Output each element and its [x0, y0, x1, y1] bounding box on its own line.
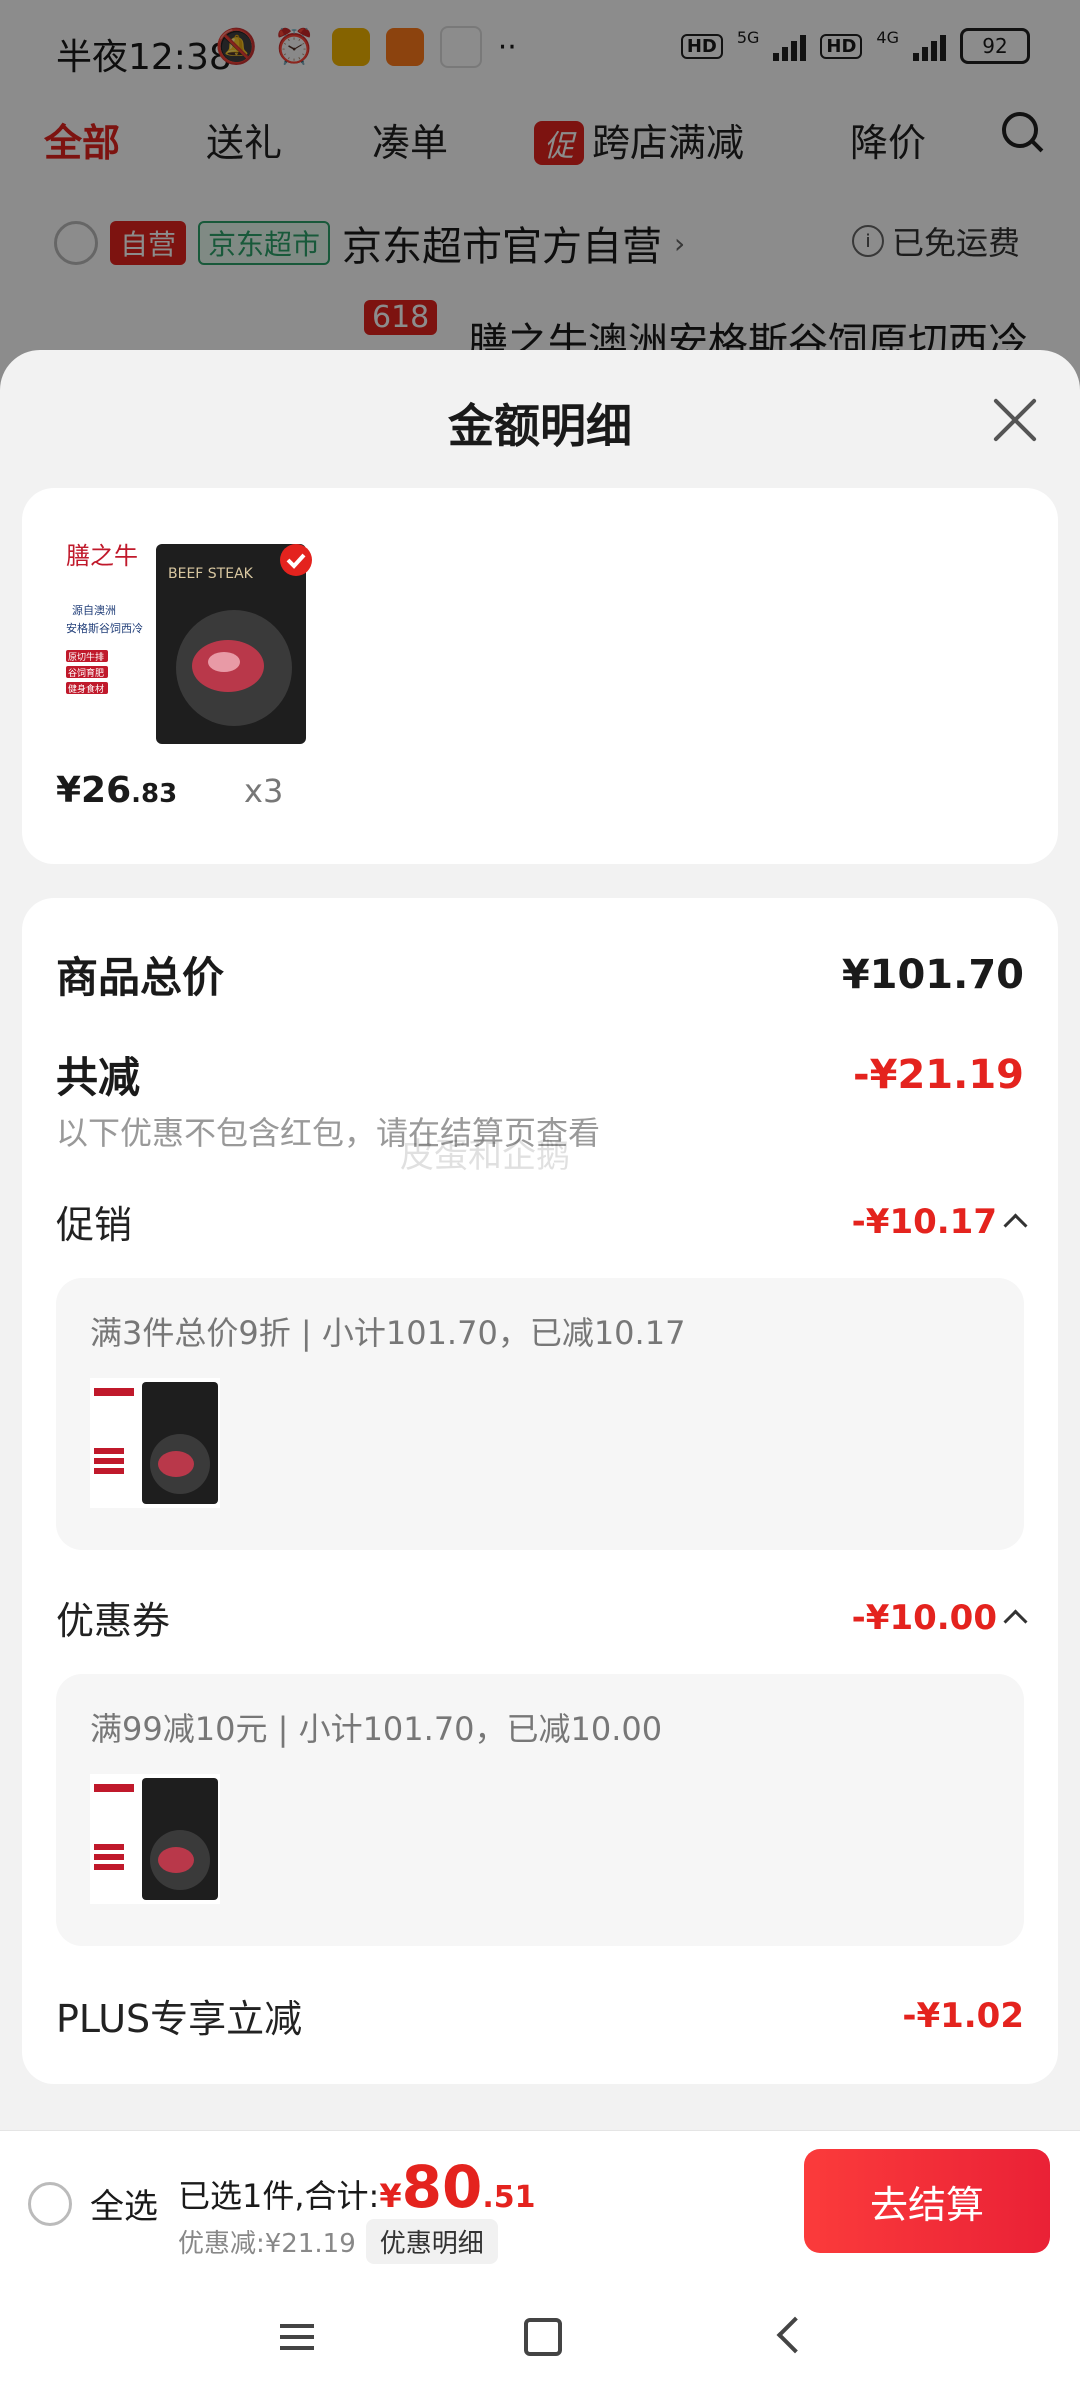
- promo-label: 促销: [56, 1203, 133, 1247]
- checkout-button[interactable]: 去结算: [804, 2149, 1050, 2253]
- discount-detail-button[interactable]: 优惠明细: [365, 2219, 498, 2264]
- product-origin-text: 源自澳洲: [72, 603, 116, 617]
- promo-detail-box: 满3件总价9折 | 小计101.70，已减10.17: [56, 1278, 1024, 1550]
- goods-total-label: 商品总价: [56, 953, 225, 1002]
- checkout-bar: 全选 已选1件,合计: ¥ 80 .51 优惠减:¥21.19 优惠明细 去结算: [0, 2130, 1080, 2271]
- back-icon[interactable]: [776, 2316, 814, 2354]
- coupon-toggle[interactable]: -¥10.00: [851, 1597, 1028, 1638]
- product-card: 膳之牛 源自澳洲 安格斯谷饲西冷 原切牛排 谷饲育肥 健身食材 BEEF STE…: [22, 488, 1058, 864]
- product-tag-2: 健身食材: [68, 683, 104, 695]
- home-icon[interactable]: [524, 2318, 562, 2356]
- coupon-value: -¥10.00: [851, 1597, 997, 1638]
- product-quantity: x3: [244, 772, 284, 810]
- total-discount-label: 共减: [56, 1053, 141, 1102]
- selected-prefix: 已选1件,合计:: [178, 2177, 380, 2215]
- price-dec: .83: [131, 779, 178, 809]
- product-tag-1: 谷饲育肥: [68, 667, 104, 679]
- total-yen: ¥: [379, 2177, 402, 2215]
- coupon-label: 优惠券: [56, 1599, 171, 1643]
- system-nav-bar: [0, 2272, 1080, 2400]
- chevron-up-icon: [1003, 1609, 1028, 1634]
- close-icon[interactable]: [990, 396, 1038, 444]
- coupon-detail-text: 满99减10元 | 小计101.70，已减10.00: [90, 1710, 663, 1748]
- promo-product-thumbnail: [90, 1378, 220, 1508]
- discount-line: 优惠减:¥21.19 优惠明细: [178, 2219, 498, 2264]
- product-tag-0: 原切牛排: [68, 651, 104, 663]
- select-all-radio[interactable]: [28, 2181, 72, 2226]
- total-line: 已选1件,合计: ¥ 80 .51: [178, 2153, 535, 2221]
- product-pack-label: BEEF STEAK: [168, 566, 254, 582]
- price-int: ¥26: [56, 770, 132, 811]
- select-all-label: 全选: [90, 2187, 158, 2227]
- total-dec: .51: [482, 2180, 536, 2215]
- coupon-detail-box: 满99减10元 | 小计101.70，已减10.00: [56, 1674, 1024, 1946]
- total-int: 80: [401, 2153, 483, 2221]
- sheet-title: 金额明细: [448, 399, 632, 453]
- promo-value: -¥10.17: [851, 1201, 997, 1242]
- product-name-text: 安格斯谷饲西冷: [66, 621, 143, 635]
- menu-icon[interactable]: [280, 2324, 314, 2350]
- amount-detail-sheet: 金额明细 膳之牛 源自澳洲 安格斯谷饲西冷 原切牛排 谷饲育肥 健身食材 BEE…: [0, 350, 1080, 2130]
- plus-discount-label: PLUS专享立减: [56, 1997, 303, 2041]
- watermark: 皮蛋和企鹅: [400, 1136, 570, 1176]
- coupon-product-thumbnail: [90, 1774, 220, 1904]
- price-breakdown-card: 商品总价 ¥101.70 共减 -¥21.19 以下优惠不包含红包，请在结算页查…: [22, 898, 1058, 2084]
- goods-total-value: ¥101.70: [841, 951, 1024, 998]
- chevron-up-icon: [1003, 1213, 1028, 1238]
- select-all[interactable]: 全选: [28, 2179, 158, 2228]
- product-image: 膳之牛 源自澳洲 安格斯谷饲西冷 原切牛排 谷饲育肥 健身食材 BEEF STE…: [56, 538, 312, 752]
- product-brand-text: 膳之牛: [66, 542, 138, 570]
- discount-text: 优惠减:¥21.19: [178, 2229, 356, 2259]
- promo-detail-text: 满3件总价9折 | 小计101.70，已减10.17: [90, 1314, 686, 1352]
- product-unit-price: ¥26.83: [56, 770, 177, 811]
- plus-discount-value: -¥1.02: [902, 1995, 1024, 2036]
- promo-toggle[interactable]: -¥10.17: [851, 1201, 1028, 1242]
- total-discount-value: -¥21.19: [853, 1051, 1024, 1098]
